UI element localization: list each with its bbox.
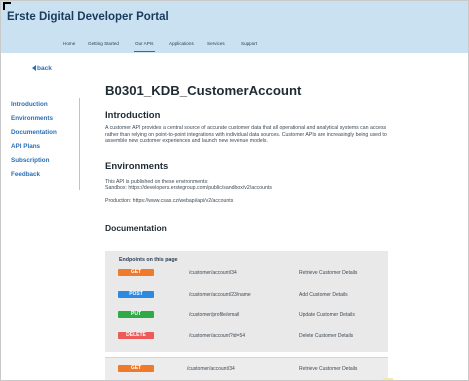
top-nav: Home Getting Started Our APIs Applicatio… [1,41,468,53]
endpoint-description: Delete Customer Details [299,333,354,339]
nav-home[interactable]: Home [63,41,75,46]
nav-our-apis[interactable]: Our APIs [135,41,153,46]
highlight-mark [383,378,393,380]
endpoint-description: Retrieve Customer Details [299,366,358,372]
back-label: back [37,65,52,72]
endpoint-description: Add Customer Details [299,292,348,298]
endpoint-row[interactable]: DELETE /customer/account?id=54 Delete Cu… [105,332,388,341]
sidebar-item-environments[interactable]: Environments [11,115,53,122]
nav-applications[interactable]: Applications [169,41,194,46]
sidebar-item-subscription[interactable]: Subscription [11,157,49,164]
introduction-heading: Introduction [105,110,161,121]
endpoint-row[interactable]: GET /customer/account/34 Retrieve Custom… [105,269,388,278]
endpoint-row[interactable]: POST /customer/account/23/name Add Custo… [105,291,388,300]
endpoint-detail-bar[interactable]: GET /customer/account/34 Retrieve Custom… [105,357,388,380]
documentation-heading: Documentation [105,223,167,233]
active-nav-indicator [134,51,155,52]
endpoint-path: /customer/account/34 [189,270,237,276]
endpoint-path: /customer/account/23/name [189,292,251,298]
sidebar-item-feedback[interactable]: Feedback [11,171,40,178]
method-badge: POST [118,291,154,298]
back-link[interactable]: back [32,65,52,72]
method-badge: GET [118,269,154,276]
introduction-text: A customer API provides a central source… [105,125,387,145]
endpoints-panel-title: Endpoints on this page [119,257,178,263]
nav-support[interactable]: Support [241,41,257,46]
environments-heading: Environments [105,161,169,172]
sidebar-item-introduction[interactable]: Introduction [11,101,48,108]
nav-services[interactable]: Services [207,41,225,46]
sidebar-divider [79,98,80,190]
endpoint-path: /customer/profile/email [189,312,240,318]
sidebar-item-api-plans[interactable]: API Plans [11,143,40,150]
production-url[interactable]: Production: https://www.csas.cz/webapi/a… [105,198,233,205]
portal-window: Erste Digital Developer Portal Home Gett… [0,0,469,381]
site-brand[interactable]: Erste Digital Developer Portal [7,11,169,23]
endpoint-description: Retrieve Customer Details [299,270,358,276]
page-title: B0301_KDB_CustomerAccount [105,83,302,98]
method-badge: DELETE [118,332,154,339]
endpoint-path: /customer/account?id=54 [189,333,246,339]
endpoint-description: Update Customer Details [299,312,355,318]
site-header: Erste Digital Developer Portal Home Gett… [1,1,468,53]
sidebar-item-documentation[interactable]: Documentation [11,129,57,136]
corner-mark-icon [3,2,11,10]
method-badge: GET [118,365,154,372]
endpoint-row[interactable]: PUT /customer/profile/email Update Custo… [105,311,388,320]
endpoint-path: /customer/account/34 [187,366,235,372]
sandbox-url[interactable]: Sandbox: https://developers.erstegroup.c… [105,185,272,192]
nav-getting-started[interactable]: Getting Started [88,41,119,46]
endpoints-panel: Endpoints on this page GET /customer/acc… [105,251,388,352]
back-arrow-icon [32,65,36,72]
method-badge: PUT [118,311,154,318]
